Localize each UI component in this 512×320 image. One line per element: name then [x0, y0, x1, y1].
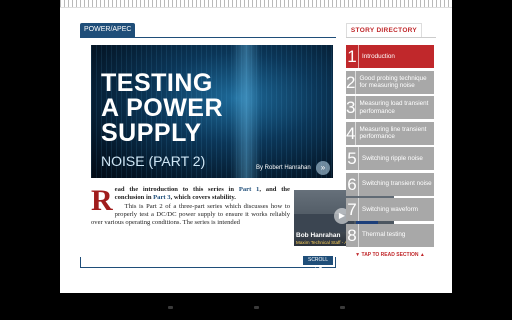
scroll-frame-bottom: [80, 267, 336, 268]
back-icon[interactable]: [168, 306, 173, 309]
story-directory-list: 1 Introduction 2 Good probing technique for…: [346, 45, 434, 249]
scroll-frame-right: [335, 257, 336, 267]
directory-item-number: 8: [346, 223, 359, 247]
recents-icon[interactable]: [340, 306, 345, 309]
dropcap: R: [91, 186, 113, 217]
part-3-link[interactable]: Part 3: [153, 194, 170, 201]
byline: By Robert Hanrahan: [256, 165, 311, 171]
directory-item-number: 6: [346, 172, 359, 196]
home-icon[interactable]: [254, 306, 259, 309]
directory-item-number: 1: [346, 45, 359, 68]
directory-item[interactable]: 6 Switching transient noise: [346, 172, 434, 196]
scroll-button[interactable]: SCROLL ▲▼: [303, 256, 333, 272]
directory-item-label: Thermal testing: [362, 231, 406, 239]
directory-item[interactable]: 4 Measuring line transient performance: [346, 121, 434, 145]
directory-item-number: 3: [346, 96, 357, 119]
page-ruler: [60, 0, 452, 8]
directory-item-label: Introduction: [362, 52, 395, 60]
directory-item-number: 2: [346, 70, 357, 94]
tap-to-read-hint: ▼ TAP TO READ SECTION ▲: [355, 252, 425, 258]
intro-text-1: ead the introduction to this series in: [114, 186, 239, 193]
directory-item-label: Switching ripple noise: [362, 154, 423, 162]
directory-item[interactable]: 1 Introduction: [346, 45, 434, 68]
directory-item-label: Switching waveform: [362, 205, 418, 213]
video-presenter-name: Bob Hanrahan: [296, 232, 341, 239]
directory-item[interactable]: 8 Thermal testing: [346, 223, 434, 247]
directory-item-number: 5: [346, 147, 359, 170]
magazine-page: POWER/APEC TESTING A POWER SUPPLY NOISE …: [60, 0, 452, 293]
article-body: R ead the introduction to this series in…: [91, 186, 290, 252]
directory-item-label: Good probing technique for measuring noi…: [359, 74, 427, 90]
story-directory-header: STORY DIRECTORY: [346, 23, 422, 37]
directory-item-label: Measuring line transient performance: [359, 125, 427, 141]
article-paragraph: This is Part 2 of a three-part series wh…: [91, 202, 290, 227]
hero-title: TESTING A POWER SUPPLY: [101, 69, 224, 147]
section-rule: [80, 37, 336, 38]
hero-image: TESTING A POWER SUPPLY NOISE (PART 2) By…: [91, 45, 333, 178]
directory-item[interactable]: 2 Good probing technique for measuring no…: [346, 70, 434, 94]
directory-item[interactable]: 7 Switching waveform: [346, 198, 434, 221]
directory-item[interactable]: 5 Switching ripple noise: [346, 147, 434, 170]
android-nav-bar: [0, 294, 512, 320]
directory-item[interactable]: 3 Measuring load transient performance: [346, 96, 434, 119]
section-tab: POWER/APEC: [80, 23, 135, 37]
directory-item-label: Measuring load transient performance: [359, 100, 429, 115]
directory-item-label: Switching transient noise: [362, 180, 432, 188]
part-1-link[interactable]: Part 1: [239, 186, 260, 193]
directory-item-number: 7: [346, 198, 359, 221]
scroll-frame-left: [80, 257, 81, 267]
forward-icon[interactable]: »: [316, 161, 330, 175]
intro-text-3: , which covers stability.: [170, 194, 236, 202]
hero-subtitle: NOISE (PART 2): [101, 153, 206, 169]
directory-item-number: 4: [346, 121, 357, 145]
directory-rule: [346, 37, 436, 38]
article-intro: ead the introduction to this series in P…: [115, 186, 290, 201]
